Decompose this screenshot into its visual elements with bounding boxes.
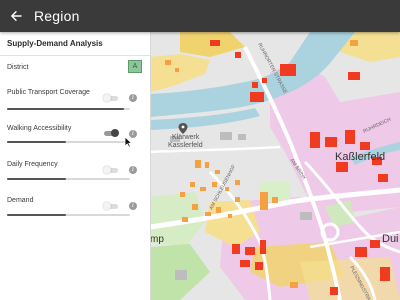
toggle-knob <box>103 94 111 102</box>
demand-label: Demand <box>7 197 34 204</box>
demand-toggle[interactable] <box>103 202 118 210</box>
map-canvas[interactable]: Klärwerk Kasslerfeld Kaßlerfeld Dui mp R… <box>150 32 400 300</box>
slider-fill <box>7 108 124 110</box>
map-label-duisburg-edge: Dui <box>382 233 399 245</box>
arrow-back-icon <box>11 11 22 21</box>
back-button[interactable] <box>0 0 32 32</box>
public-transport-coverage-label: Public Transport Coverage <box>7 89 90 96</box>
daily-frequency-label: Daily Frequency <box>7 161 58 168</box>
map-label-klaerwerk: Klärwerk <box>172 134 200 141</box>
demand-slider[interactable] <box>7 214 130 216</box>
map-label-kasslerfeld: Kaßlerfeld <box>335 151 385 163</box>
public-transport-coverage-slider[interactable] <box>7 108 130 110</box>
walking-accessibility-label: Walking Accessibility <box>7 125 72 132</box>
analysis-panel: Supply-Demand Analysis District A Public… <box>0 32 151 300</box>
info-icon[interactable]: i <box>129 202 137 210</box>
slider-fill <box>7 214 67 216</box>
district-label: District <box>7 64 29 71</box>
map-view[interactable]: Klärwerk Kasslerfeld Kaßlerfeld Dui mp R… <box>150 32 400 300</box>
map-label-left-edge: mp <box>150 234 164 245</box>
district-button[interactable]: A <box>128 60 142 73</box>
toggle-knob <box>111 129 119 137</box>
public-transport-coverage-toggle[interactable] <box>103 94 118 102</box>
app-bar: Region <box>0 0 400 32</box>
toggle-knob <box>103 202 111 210</box>
daily-frequency-toggle[interactable] <box>103 166 118 174</box>
slider-fill <box>7 141 67 143</box>
panel-divider <box>0 55 150 56</box>
walking-accessibility-slider[interactable] <box>7 141 130 143</box>
mouse-cursor-icon <box>124 136 133 148</box>
toggle-knob <box>103 166 111 174</box>
app-title: Region <box>34 8 80 24</box>
map-label-klaerwerk-sub: Kasslerfeld <box>168 142 203 149</box>
info-icon[interactable]: i <box>129 94 137 102</box>
walking-accessibility-toggle[interactable] <box>104 129 119 137</box>
info-icon[interactable]: i <box>129 166 137 174</box>
slider-fill <box>7 178 67 180</box>
daily-frequency-slider[interactable] <box>7 178 130 180</box>
panel-title: Supply-Demand Analysis <box>7 39 103 48</box>
